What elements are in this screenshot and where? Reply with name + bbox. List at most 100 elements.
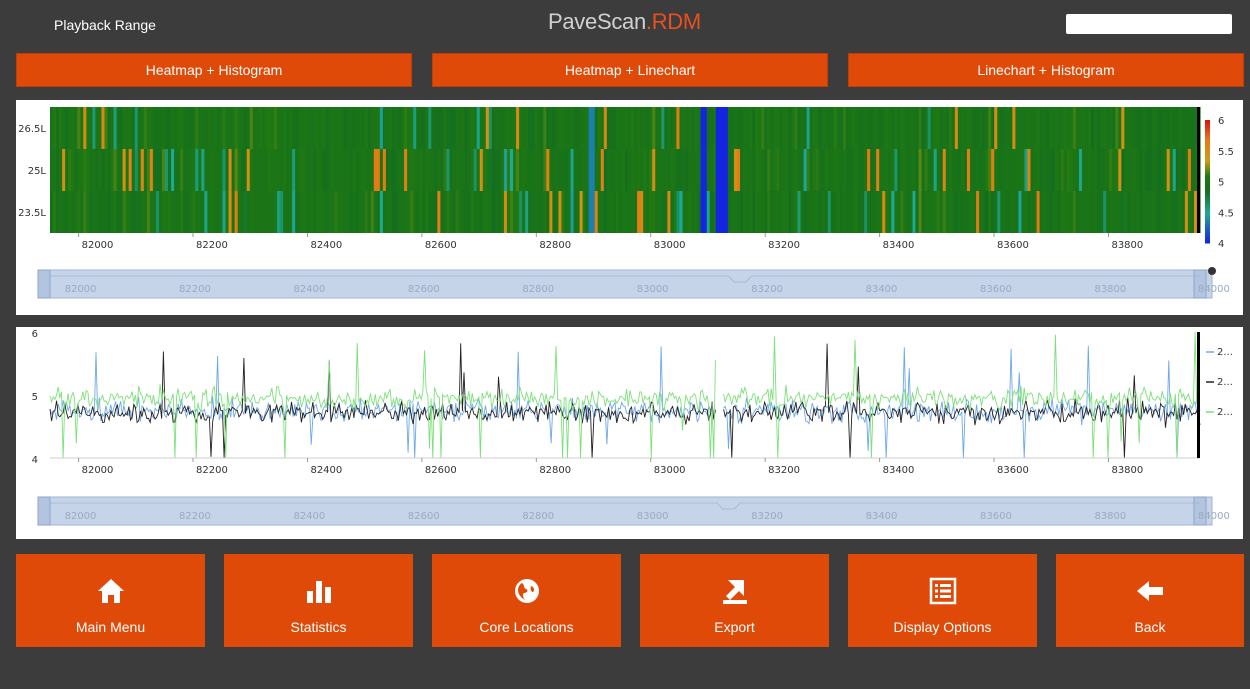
navigator-knob (1208, 267, 1216, 275)
heatmap-x-tick-label: 83600 (997, 240, 1029, 251)
navigator-tick-label: 83800 (1094, 511, 1126, 522)
heatmap-chart: 26.5L 25L 23.5L 82000 82200 82400 82600 82800 83… (18, 107, 1234, 299)
arrow-left-icon (1135, 573, 1165, 609)
export-button[interactable]: Export (640, 554, 829, 647)
brand-logo: PaveScan.RDM (548, 9, 701, 35)
navigator-tick-label: 82200 (179, 284, 211, 295)
navigator-tick-label: 82800 (522, 511, 554, 522)
search-input[interactable] (1066, 14, 1232, 34)
core-locations-button[interactable]: Core Locations (432, 554, 621, 647)
line-x-tick-label: 83400 (883, 465, 915, 476)
statistics-button[interactable]: Statistics (224, 554, 413, 647)
navigator: 82000 82200 82400 82600 82800 83000 83200 83400… (37, 269, 1230, 299)
display-options-button[interactable]: Display Options (848, 554, 1037, 647)
bar-chart-icon (305, 573, 333, 609)
line-x-tick-label: 82000 (82, 465, 114, 476)
heatmap-x-tick-label: 82600 (425, 240, 457, 251)
core-locations-label: Core Locations (479, 619, 574, 635)
heatmap-linechart-button[interactable]: Heatmap + Linechart (432, 53, 828, 87)
colorbar-tick-label: 6 (1218, 116, 1224, 127)
navigator-tick-label: 82600 (408, 511, 440, 522)
heatmap-row-label: 26.5L (18, 124, 46, 135)
navigator: 82000 82200 82400 82600 82800 83000 83200 83400… (37, 496, 1230, 526)
colorbar (1205, 120, 1210, 244)
line-chart: 6 5 4 82000 82200 82400 82600 82800 83000 83200 83… (32, 329, 1233, 526)
heatmap-histogram-button[interactable]: Heatmap + Histogram (16, 53, 412, 87)
navigator-tick-label: 83400 (866, 284, 898, 295)
heatmap-x-tick-label: 83200 (768, 240, 800, 251)
navigator-tick-label: 83600 (980, 284, 1012, 295)
back-label: Back (1134, 619, 1166, 635)
navigator-tick-label: 82400 (293, 511, 325, 522)
navigator-tick-label: 82000 (65, 511, 97, 522)
navigator-tick-label: 83000 (637, 284, 669, 295)
colorbar-tick-label: 5.5 (1218, 147, 1234, 158)
heatmap-x-tick-label: 83800 (1111, 240, 1143, 251)
navigator-tick-label: 82800 (522, 284, 554, 295)
line-series-1 (49, 345, 1201, 459)
line-right-border (1197, 332, 1200, 458)
line-x-tick-label: 82800 (539, 465, 571, 476)
line-x-tick-label: 83600 (997, 465, 1029, 476)
legend-label: 2... (1217, 407, 1233, 418)
colorbar-tick-label: 4 (1218, 239, 1224, 250)
heatmap-x-tick-label: 82400 (310, 240, 342, 251)
heatmap-x-tick-label: 82200 (196, 240, 228, 251)
line-y-tick-label: 4 (32, 455, 38, 466)
home-icon (96, 573, 126, 609)
line-series-3 (49, 331, 1201, 459)
line-x-tick-label: 83200 (768, 465, 800, 476)
heatmap-row-label: 23.5L (18, 208, 46, 219)
brand-suffix: RDM (651, 9, 702, 34)
heatmap-row-label: 25L (28, 166, 47, 177)
navigator-tick-label: 84000 (1198, 284, 1230, 295)
main-menu-button[interactable]: Main Menu (16, 554, 205, 647)
navigator-tick-label: 84000 (1198, 511, 1230, 522)
navigator-tick-label: 82000 (65, 284, 97, 295)
export-label: Export (714, 619, 755, 635)
heatmap-x-tick-label: 82800 (539, 240, 571, 251)
brand-main: PaveScan (548, 9, 646, 34)
heatmap-x-tick-label: 83400 (883, 240, 915, 251)
export-icon (720, 573, 750, 609)
top-bar: Playback Range PaveScan.RDM (0, 0, 1250, 48)
line-y-tick-label: 6 (32, 329, 38, 340)
heatmap-x-tick-label: 82000 (82, 240, 114, 251)
line-y-tick-label: 5 (32, 392, 38, 403)
legend-label: 2... (1217, 377, 1233, 388)
line-x-tick-label: 82400 (310, 465, 342, 476)
heatmap-panel: 26.5L 25L 23.5L 82000 82200 82400 82600 82800 83… (16, 100, 1243, 315)
list-icon (929, 573, 957, 609)
colorbar-segment (1205, 240, 1210, 244)
line-x-tick-label: 82200 (196, 465, 228, 476)
page-title: Playback Range (54, 17, 156, 33)
colorbar-tick-label: 5 (1218, 178, 1224, 189)
heatmap-cells (50, 107, 1201, 233)
line-x-tick-label: 82600 (425, 465, 457, 476)
linechart-histogram-button[interactable]: Linechart + Histogram (848, 53, 1244, 87)
navigator-tick-label: 83400 (866, 511, 898, 522)
line-x-tick-label: 83800 (1111, 465, 1143, 476)
linechart-panel: 6 5 4 82000 82200 82400 82600 82800 83000 83200 83… (16, 327, 1243, 539)
display-options-label: Display Options (893, 619, 992, 635)
navigator-handle-left (37, 496, 51, 526)
navigator-tick-label: 82200 (179, 511, 211, 522)
main-menu-label: Main Menu (75, 619, 146, 635)
line-x-tick-label: 83000 (654, 465, 686, 476)
heatmap-x-tick-label: 83000 (654, 240, 686, 251)
navigator-tick-label: 82400 (293, 284, 325, 295)
globe-icon (513, 573, 541, 609)
colorbar-tick-label: 4.5 (1218, 208, 1234, 219)
navigator-handle-left (37, 269, 51, 299)
navigator-tick-label: 83000 (637, 511, 669, 522)
heatmap-right-border (1197, 107, 1200, 233)
navigator-tick-label: 83800 (1094, 284, 1126, 295)
statistics-label: Statistics (290, 619, 347, 635)
back-button[interactable]: Back (1056, 554, 1244, 647)
navigator-tick-label: 83600 (980, 511, 1012, 522)
navigator-track (37, 269, 1213, 299)
navigator-track (37, 496, 1213, 526)
navigator-tick-label: 83200 (751, 284, 783, 295)
navigator-tick-label: 82600 (408, 284, 440, 295)
legend-label: 2... (1217, 347, 1233, 358)
